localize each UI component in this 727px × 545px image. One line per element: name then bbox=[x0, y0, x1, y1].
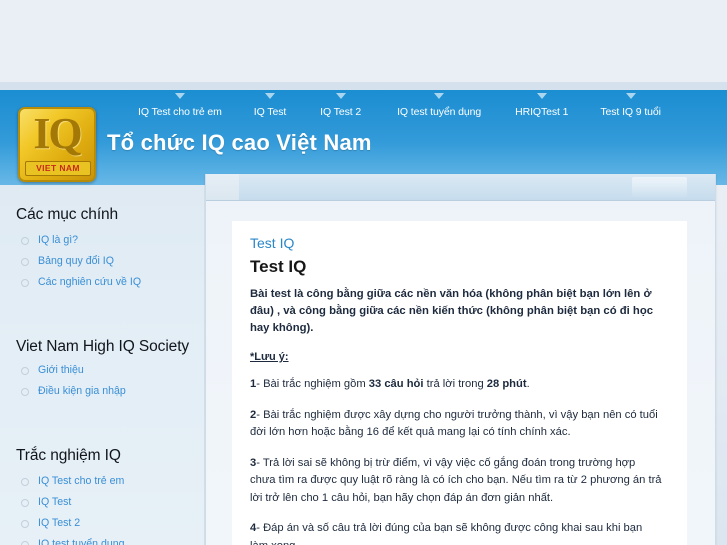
content-panel-topbar bbox=[206, 174, 715, 201]
nav-item-iq-test[interactable]: IQ Test bbox=[244, 92, 296, 120]
nav-item-hriqtest-1[interactable]: HRIQTest 1 bbox=[505, 92, 578, 120]
sidebar-item-gioi-thieu[interactable]: Giới thiệu bbox=[16, 364, 205, 377]
sidebar-item-iq-test-tuyen-dung[interactable]: IQ test tuyển dụng bbox=[16, 538, 205, 545]
note-label: *Lưu ý: bbox=[250, 351, 289, 363]
sidebar-item-label: IQ Test bbox=[38, 496, 72, 508]
sidebar-list: Giới thiệu Điều kiện gia nhập bbox=[16, 364, 205, 410]
note-bold-minutes: 28 phút bbox=[486, 378, 527, 390]
sidebar-item-iq-test[interactable]: IQ Test bbox=[16, 496, 205, 509]
nav-item-test-iq-9-tuoi[interactable]: Test IQ 9 tuổi bbox=[590, 92, 670, 120]
nav-item-label: IQ test tuyển dụng bbox=[397, 106, 482, 118]
nav-item-label: HRIQTest 1 bbox=[515, 106, 569, 118]
sidebar-group-cac-muc-chinh: Các mục chính IQ là gì? Bảng quy đổi IQ … bbox=[0, 185, 205, 301]
top-band-edge bbox=[0, 82, 727, 90]
nav-item-iq-test-cho-tre-em[interactable]: IQ Test cho trẻ em bbox=[128, 92, 232, 120]
sidebar-item-label: Giới thiệu bbox=[38, 364, 84, 376]
nav-item-iq-test-2[interactable]: IQ Test 2 bbox=[310, 92, 371, 120]
chevron-down-icon bbox=[264, 93, 275, 99]
circle-bullet-icon bbox=[21, 499, 29, 507]
circle-bullet-icon bbox=[21, 520, 29, 528]
sidebar-item-label: Điều kiện gia nhập bbox=[38, 385, 126, 397]
nav-item-label: IQ Test cho trẻ em bbox=[138, 106, 222, 118]
sidebar-item-iq-test-cho-tre-em[interactable]: IQ Test cho trẻ em bbox=[16, 475, 205, 488]
top-background-band bbox=[0, 0, 727, 82]
sidebar: Các mục chính IQ là gì? Bảng quy đổi IQ … bbox=[0, 185, 205, 545]
sidebar-heading: Các mục chính bbox=[16, 206, 119, 223]
sidebar-list: IQ Test cho trẻ em IQ Test IQ Test 2 IQ … bbox=[16, 475, 205, 545]
sidebar-item-iq-la-gi[interactable]: IQ là gì? bbox=[16, 234, 205, 247]
logo-iq-text: IQ bbox=[33, 109, 82, 158]
sidebar-item-label: IQ test tuyển dụng bbox=[38, 538, 125, 545]
site-title: Tổ chức IQ cao Việt Nam bbox=[107, 130, 372, 155]
note-text: - Đáp án và số câu trả lời đúng của bạn … bbox=[250, 522, 643, 545]
sidebar-item-label: Các nghiên cứu về IQ bbox=[38, 276, 142, 288]
sidebar-item-cac-nghien-cuu-ve-iq[interactable]: Các nghiên cứu về IQ bbox=[16, 276, 205, 289]
content-panel-gloss bbox=[632, 177, 687, 197]
chevron-down-icon bbox=[434, 93, 445, 99]
sidebar-list: IQ là gì? Bảng quy đổi IQ Các nghiên cứu… bbox=[16, 234, 205, 301]
nav-item-label: IQ Test bbox=[253, 106, 287, 118]
top-navigation: IQ Test cho trẻ em IQ Test IQ Test 2 IQ … bbox=[128, 92, 727, 120]
note-text: trả lời trong bbox=[423, 378, 487, 390]
article-lead: Bài test là công bằng giữa các nền văn h… bbox=[250, 288, 654, 334]
note-text: . bbox=[526, 378, 530, 390]
nav-item-label: Test IQ 9 tuổi bbox=[600, 106, 661, 118]
circle-bullet-icon bbox=[21, 367, 29, 375]
note-text: - Bài trắc nghiệm được xây dựng cho ngườ… bbox=[250, 408, 658, 439]
circle-bullet-icon bbox=[21, 237, 29, 245]
logo-viet-nam-band: VIET NAM bbox=[25, 161, 91, 176]
note-text: - Bài trắc nghiệm gồm bbox=[256, 378, 369, 390]
circle-bullet-icon bbox=[21, 478, 29, 486]
sidebar-item-iq-test-2[interactable]: IQ Test 2 bbox=[16, 517, 205, 530]
sidebar-item-label: IQ Test 2 bbox=[38, 517, 81, 529]
circle-bullet-icon bbox=[21, 541, 29, 545]
nav-item-label: IQ Test 2 bbox=[320, 106, 362, 118]
sidebar-group-trac-nghiem-iq: Trắc nghiệm IQ IQ Test cho trẻ em IQ Tes… bbox=[0, 426, 205, 545]
chevron-down-icon bbox=[174, 93, 185, 99]
content-panel-inner: Test IQ Test IQ Bài test là công bằng gi… bbox=[206, 201, 715, 545]
chevron-down-icon bbox=[625, 93, 636, 99]
content-panel: Test IQ Test IQ Bài test là công bằng gi… bbox=[205, 174, 716, 545]
note-bold-questions: 33 câu hỏi bbox=[368, 378, 424, 390]
sidebar-item-label: IQ là gì? bbox=[38, 234, 79, 246]
sidebar-heading: Viet Nam High IQ Society bbox=[16, 338, 190, 355]
sidebar-heading: Trắc nghiệm IQ bbox=[16, 447, 121, 464]
note-item-4: 4- Đáp án và số câu trả lời đúng của bạn… bbox=[250, 520, 663, 545]
chevron-down-icon bbox=[536, 93, 547, 99]
note-item-2: 2- Bài trắc nghiệm được xây dựng cho ngư… bbox=[250, 407, 663, 442]
site-logo[interactable]: IQ VIET NAM bbox=[18, 107, 96, 182]
sidebar-item-dieu-kien-gia-nhap[interactable]: Điều kiện gia nhập bbox=[16, 385, 205, 398]
sidebar-item-label: Bảng quy đổi IQ bbox=[38, 255, 114, 267]
breadcrumb[interactable]: Test IQ bbox=[250, 235, 663, 251]
page-title: Test IQ bbox=[250, 257, 307, 276]
circle-bullet-icon bbox=[21, 258, 29, 266]
article: Test IQ Test IQ Bài test là công bằng gi… bbox=[232, 221, 687, 545]
note-text: - Trả lời sai sẽ không bị trừ điểm, vì v… bbox=[250, 456, 662, 504]
sidebar-group-viet-nam-high-iq-society: Viet Nam High IQ Society Giới thiệu Điều… bbox=[0, 317, 205, 410]
sidebar-item-bang-quy-doi-iq[interactable]: Bảng quy đổi IQ bbox=[16, 255, 205, 268]
content-panel-tab bbox=[206, 174, 239, 200]
sidebar-item-label: IQ Test cho trẻ em bbox=[38, 475, 125, 487]
page-root: IQ Test cho trẻ em IQ Test IQ Test 2 IQ … bbox=[0, 0, 727, 545]
note-item-1: 1- Bài trắc nghiệm gồm 33 câu hỏi trả lờ… bbox=[250, 376, 663, 394]
chevron-down-icon bbox=[335, 93, 346, 99]
note-item-3: 3- Trả lời sai sẽ không bị trừ điểm, vì … bbox=[250, 455, 663, 508]
nav-item-iq-test-tuyen-dung[interactable]: IQ test tuyển dụng bbox=[387, 92, 491, 120]
circle-bullet-icon bbox=[21, 279, 29, 287]
circle-bullet-icon bbox=[21, 388, 29, 396]
sidebar-content-divider bbox=[204, 185, 205, 545]
